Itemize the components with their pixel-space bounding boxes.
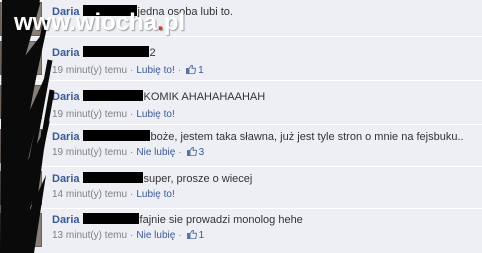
comment-item: Daria boże, jestem taka sławna, już jest …	[0, 125, 482, 166]
avatar[interactable]	[0, 213, 42, 247]
comment-meta: 19 minut(y) temu · Lubię to!	[52, 109, 175, 121]
author-name[interactable]: Daria	[52, 47, 80, 59]
avatar[interactable]	[0, 171, 42, 205]
comment-item: Daria 2 19 minut(y) temu · Lubię to! · 1	[0, 37, 482, 80]
comment-text: 2	[149, 47, 156, 59]
separator: ·	[177, 65, 182, 76]
redacted-name	[82, 213, 139, 224]
comment-line: Daria super, prosze o wiecej	[52, 172, 252, 186]
like-link[interactable]: Lubię to!	[136, 109, 174, 120]
comment-text: super, prosze o wiecej	[143, 173, 253, 185]
comment-meta: 14 minut(y) temu · Lubię to!	[52, 189, 175, 201]
author-name[interactable]: Daria	[52, 131, 80, 143]
comment-text: KOMIK AHAHAHAAHAH	[143, 91, 266, 103]
comment-item: Daria fajnie sie prowadzi monolog hehe 13…	[0, 209, 482, 253]
like-link[interactable]: Lubię to!	[136, 189, 174, 200]
redacted-name	[82, 130, 150, 141]
comment-text: fajnie sie prowadzi monolog hehe	[139, 214, 303, 226]
watermark-dot: .	[157, 9, 164, 36]
separator: ·	[178, 230, 182, 241]
watermark-prefix: www.wiocha	[14, 9, 158, 36]
avatar[interactable]	[0, 85, 42, 119]
comment-list: Daria jedna osoba lubi to. Daria 2 19 minu…	[0, 0, 482, 253]
separator: ·	[130, 109, 134, 120]
like-count[interactable]: 1	[198, 65, 204, 76]
thumbs-up-icon[interactable]	[186, 230, 197, 239]
separator: ·	[178, 147, 182, 158]
unlike-link[interactable]: Nie lubię	[136, 230, 175, 241]
thumbs-up-icon[interactable]	[186, 147, 197, 156]
comment-meta: 13 minut(y) temu · Nie lubię · 1	[52, 230, 204, 242]
timestamp[interactable]: 19 minut(y) temu	[52, 65, 127, 76]
timestamp[interactable]: 19 minut(y) temu	[52, 109, 127, 120]
site-watermark: www.wiocha.pl	[14, 9, 185, 37]
comment-text: boże, jestem taka sławna, już jest tyle …	[150, 131, 464, 143]
like-count[interactable]: 3	[199, 147, 205, 158]
comment-line: Daria fajnie sie prowadzi monolog hehe	[52, 213, 303, 227]
author-name[interactable]: Daria	[52, 173, 80, 185]
thumbs-up-icon[interactable]	[186, 65, 197, 74]
separator: ·	[130, 65, 134, 76]
comment-line: Daria KOMIK AHAHAHAAHAH	[52, 90, 265, 104]
unlike-link[interactable]: Nie lubię	[136, 147, 175, 158]
redacted-name	[82, 46, 149, 57]
watermark-suffix: pl	[163, 9, 186, 36]
comment-meta: 19 minut(y) temu · Nie lubię · 3	[52, 147, 204, 159]
comment-item: Daria KOMIK AHAHAHAAHAH 19 minut(y) temu ·…	[0, 81, 482, 124]
comment-line: Daria boże, jestem taka sławna, już jest …	[52, 130, 464, 144]
separator: ·	[130, 147, 134, 158]
author-name[interactable]: Daria	[52, 91, 80, 103]
avatar[interactable]	[0, 129, 42, 163]
avatar[interactable]	[0, 41, 42, 75]
timestamp[interactable]: 19 minut(y) temu	[52, 147, 127, 158]
author-name[interactable]: Daria	[52, 214, 80, 226]
separator: ·	[130, 230, 134, 241]
redacted-name	[82, 172, 143, 183]
comment-line: Daria 2	[52, 46, 156, 60]
timestamp[interactable]: 14 minut(y) temu	[52, 189, 127, 200]
comment-meta: 19 minut(y) temu · Lubię to! · 1	[52, 65, 204, 77]
timestamp[interactable]: 13 minut(y) temu	[52, 230, 127, 241]
comment-item: Daria super, prosze o wiecej 14 minut(y) …	[0, 167, 482, 208]
redacted-name	[82, 90, 143, 101]
like-link[interactable]: Lubię to!	[136, 65, 174, 76]
like-count[interactable]: 1	[199, 230, 205, 241]
separator: ·	[130, 189, 134, 200]
